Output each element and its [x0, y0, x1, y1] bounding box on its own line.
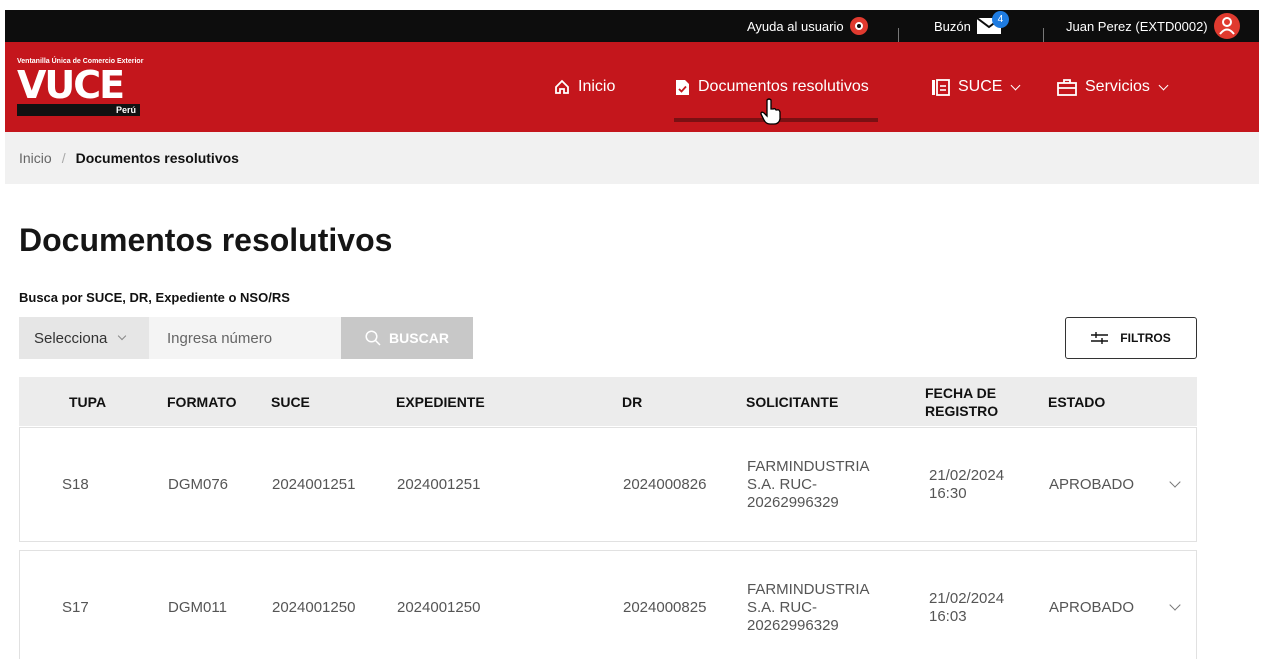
user-menu[interactable]: Juan Perez (EXTD0002): [1066, 10, 1240, 42]
chevron-down-icon: [1011, 80, 1021, 90]
hand-pointer-cursor-icon: [760, 98, 781, 125]
home-icon: [555, 79, 569, 94]
table-header: TUPA FORMATO SUCE EXPEDIENTE DR SOLICITA…: [19, 377, 1197, 426]
cell-expediente: 2024001251: [397, 475, 481, 493]
divider: [898, 28, 899, 42]
nav-servicios-label: Servicios: [1085, 78, 1150, 95]
filters-label: FILTROS: [1120, 331, 1171, 345]
nav-inicio[interactable]: Inicio: [554, 72, 615, 102]
chevron-down-icon: [1158, 80, 1169, 90]
document-list-icon: [932, 78, 950, 96]
mail-icon: 4: [976, 11, 1009, 35]
nav-documentos-label: Documentos resolutivos: [698, 78, 869, 95]
page-title: Documentos resolutivos: [19, 222, 393, 258]
cell-dr: 2024000826: [623, 475, 707, 493]
table-row[interactable]: S17 DGM011 2024001250 2024001250 2024000…: [19, 550, 1197, 659]
help-label: Ayuda al usuario: [747, 18, 844, 34]
sliders-icon: [1091, 332, 1109, 344]
chevron-down-icon: [118, 331, 127, 341]
divider: [1043, 28, 1044, 42]
breadcrumb-current: Documentos resolutivos: [75, 150, 239, 166]
filters-button[interactable]: FILTROS: [1065, 317, 1197, 359]
lifebuoy-icon: [849, 17, 868, 35]
breadcrumb: Inicio / Documentos resolutivos: [5, 132, 1259, 184]
cell-tupa: S17: [62, 598, 89, 616]
cell-solicitante: FARMINDUSTRIA S.A. RUC-20262996329: [747, 580, 869, 634]
column-header-tupa[interactable]: TUPA: [69, 377, 106, 426]
column-header-suce[interactable]: SUCE: [271, 377, 310, 426]
user-label: Juan Perez (EXTD0002): [1066, 18, 1208, 34]
search-icon: [365, 330, 381, 346]
cell-fecha-registro: 21/02/2024 16:30: [929, 466, 1005, 502]
cell-fecha-registro: 21/02/2024 16:03: [929, 589, 1005, 625]
search-type-select[interactable]: Selecciona: [19, 317, 149, 359]
cell-expediente: 2024001250: [397, 598, 481, 616]
main-header: Ventanilla Única de Comercio Exterior VU…: [5, 42, 1259, 132]
nav-inicio-label: Inicio: [578, 78, 616, 95]
briefcase-icon: [1057, 78, 1077, 96]
vuce-logo[interactable]: Ventanilla Única de Comercio Exterior VU…: [17, 58, 145, 118]
search-input[interactable]: [149, 317, 341, 359]
mailbox-link[interactable]: Buzón 4: [934, 10, 1009, 42]
nav-suce[interactable]: SUCE: [932, 72, 1021, 102]
search-button[interactable]: BUSCAR: [341, 317, 473, 359]
table-row[interactable]: S18 DGM076 2024001251 2024001251 2024000…: [19, 427, 1197, 542]
column-header-formato[interactable]: FORMATO: [167, 377, 236, 426]
search-label: Busca por SUCE, DR, Expediente o NSO/RS: [19, 290, 290, 305]
cell-formato: DGM011: [168, 598, 227, 616]
logo-country: Perú: [17, 104, 140, 116]
breadcrumb-separator: /: [61, 150, 66, 166]
column-header-estado[interactable]: ESTADO: [1048, 377, 1105, 426]
cell-suce: 2024001251: [272, 475, 356, 493]
breadcrumb-home[interactable]: Inicio: [19, 150, 52, 166]
search-button-label: BUSCAR: [389, 330, 449, 346]
cell-estado: APROBADO: [1049, 475, 1135, 493]
help-link[interactable]: Ayuda al usuario: [747, 10, 868, 42]
column-header-expediente[interactable]: EXPEDIENTE: [396, 377, 485, 426]
logo-brand: VUCE: [17, 63, 125, 107]
top-bar: Ayuda al usuario Buzón 4 Juan Perez (EXT…: [5, 10, 1259, 42]
column-header-fecha-registro[interactable]: FECHA DE REGISTRO: [925, 377, 1025, 426]
expand-chevron-icon[interactable]: [1169, 476, 1181, 488]
user-icon: [1213, 13, 1240, 39]
cell-solicitante: FARMINDUSTRIA S.A. RUC-20262996329: [747, 457, 869, 511]
expand-chevron-icon[interactable]: [1169, 599, 1181, 611]
document-check-icon: [676, 79, 689, 95]
search-type-value: Selecciona: [34, 329, 108, 347]
cell-dr: 2024000825: [623, 598, 707, 616]
nav-servicios[interactable]: Servicios: [1057, 72, 1169, 102]
column-header-dr[interactable]: DR: [622, 377, 642, 426]
nav-suce-label: SUCE: [958, 78, 1003, 95]
cell-tupa: S18: [62, 475, 89, 493]
mail-count-badge: 4: [991, 11, 1009, 28]
cell-estado: APROBADO: [1049, 598, 1135, 616]
cell-suce: 2024001250: [272, 598, 356, 616]
search-bar: Selecciona BUSCAR: [19, 317, 473, 359]
column-header-solicitante[interactable]: SOLICITANTE: [746, 377, 838, 426]
cell-formato: DGM076: [168, 475, 229, 493]
mailbox-label: Buzón: [934, 18, 971, 34]
